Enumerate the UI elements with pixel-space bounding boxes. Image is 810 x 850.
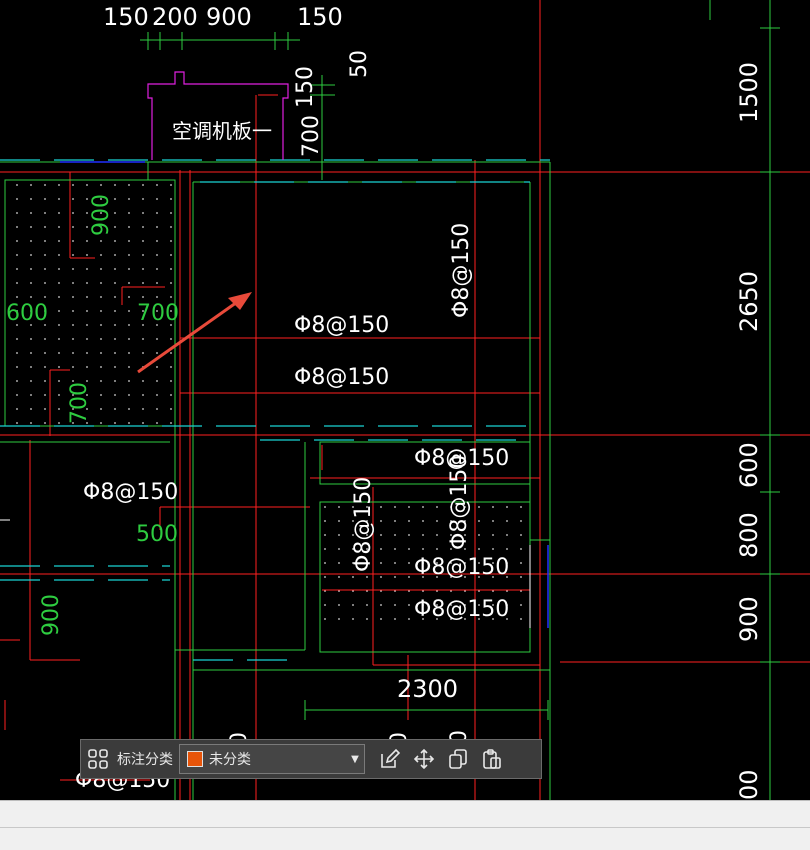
right-dim-bottom: 00 (735, 769, 763, 800)
green-dim-900: 900 (89, 194, 114, 236)
green-dim-700: 700 (137, 301, 179, 326)
paste-icon[interactable] (475, 742, 509, 776)
rebar-label: Φ8@150 (351, 477, 376, 572)
rebar-label: Φ8@150 (449, 223, 474, 318)
dim-50: 50 (347, 50, 372, 78)
panel-grid-icon[interactable] (81, 742, 115, 776)
edit-icon[interactable] (373, 742, 407, 776)
top-dim-150-left: 150 (103, 3, 149, 31)
chevron-down-icon: ▼ (351, 753, 359, 765)
rebar-label: Φ8@150 (447, 455, 472, 550)
right-dim-2650: 2650 (735, 271, 763, 332)
right-dim-600: 600 (735, 442, 763, 488)
status-divider (0, 827, 810, 828)
rebar-label: Φ8@150 (83, 480, 178, 505)
annotation-category-select[interactable]: 未分类 ▼ (179, 744, 365, 774)
dim-700: 700 (299, 115, 324, 157)
rebar-label: Φ8@150 (414, 597, 509, 622)
copy-icon[interactable] (441, 742, 475, 776)
room-label: 空调机板一 (172, 119, 272, 143)
top-dim-150-right: 150 (297, 3, 343, 31)
green-dim-700-vert: 700 (67, 382, 92, 424)
rebar-label: Φ8@150 (294, 313, 389, 338)
move-icon[interactable] (407, 742, 441, 776)
top-dim-200: 200 (152, 3, 198, 31)
green-dim-600: 600 (6, 301, 48, 326)
cad-drawing-canvas[interactable]: 150 200 900 150 50 700 150 空调机板一 1500 26… (0, 0, 810, 800)
bottom-dim-2300: 2300 (397, 675, 458, 703)
dim-150-vert: 150 (293, 66, 318, 108)
green-dim-900-vert: 900 (39, 594, 64, 636)
annotation-category-label: 标注分类 (117, 752, 173, 768)
rebar-label: Φ8@150 (414, 555, 509, 580)
green-dim-500: 500 (136, 522, 178, 547)
annotation-toolbar: 标注分类 未分类 ▼ (80, 739, 542, 779)
status-bar (0, 800, 810, 850)
right-dim-900: 900 (735, 596, 763, 642)
category-color-swatch (187, 751, 203, 767)
right-dim-1500: 1500 (735, 62, 763, 123)
category-select-value: 未分类 (209, 752, 251, 768)
right-dim-800: 800 (735, 512, 763, 558)
rebar-label: Φ8@150 (294, 365, 389, 390)
top-dim-900: 900 (206, 3, 252, 31)
